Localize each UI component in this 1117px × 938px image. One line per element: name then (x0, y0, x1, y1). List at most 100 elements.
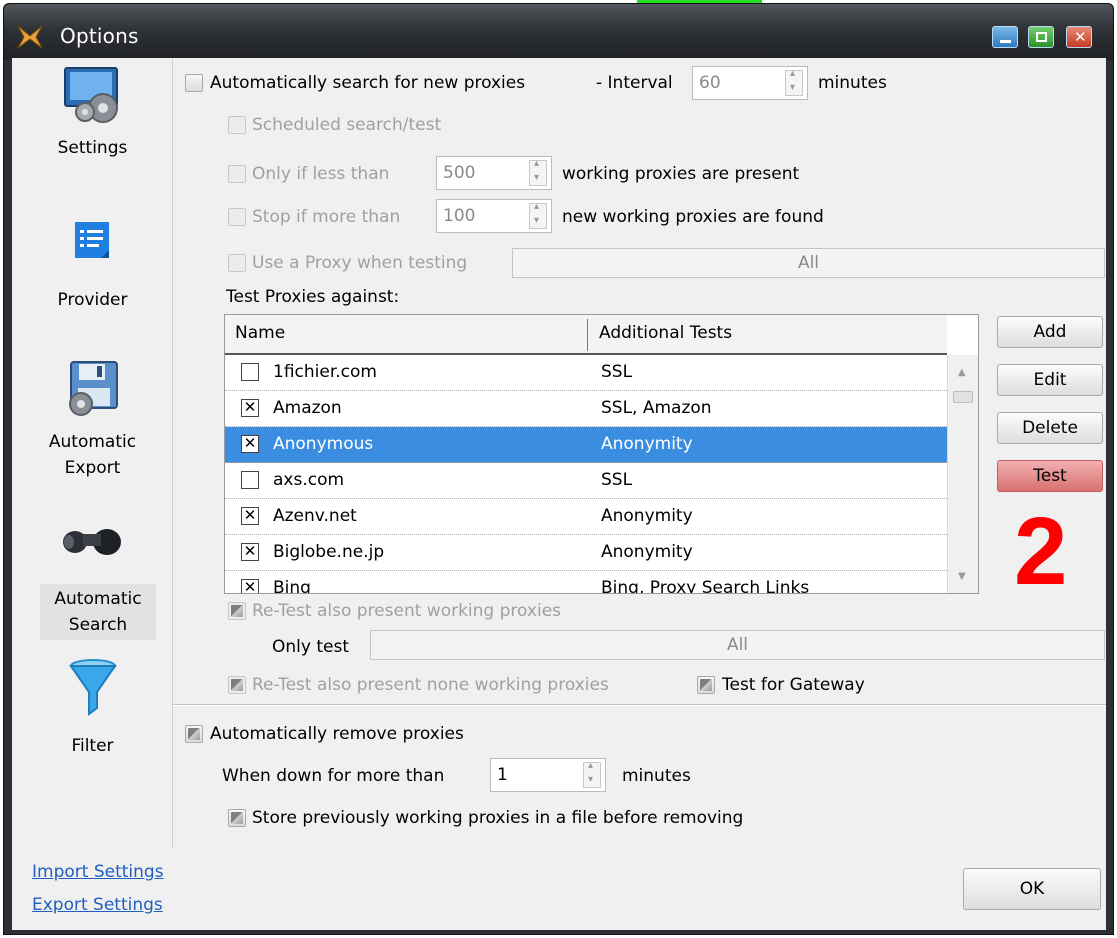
sidebar-item-label: Filter (71, 736, 114, 756)
window-title: Options (60, 24, 139, 48)
column-header-name[interactable]: Name (235, 323, 285, 343)
settings-icon (63, 67, 118, 123)
interval-unit: minutes (818, 73, 887, 93)
down-spinner[interactable]: 1 (490, 758, 606, 792)
row-checkbox[interactable]: ✕ (241, 399, 259, 417)
sidebar-item-label: Search (68, 615, 128, 635)
stop-if-checkbox[interactable] (228, 208, 246, 226)
use-proxy-label: Use a Proxy when testing (252, 253, 468, 273)
edit-button[interactable]: Edit (997, 364, 1103, 396)
add-button[interactable]: Add (997, 316, 1103, 348)
list-icon (74, 222, 109, 258)
sidebar-item-automatic-export[interactable]: Automatic Export (12, 358, 173, 498)
table-row[interactable]: ✕ Amazon SSL, Amazon (225, 391, 947, 427)
interval-spinner[interactable]: 60 (692, 66, 808, 100)
row-checkbox[interactable]: ✕ (241, 507, 259, 525)
row-tests: Anonymity (601, 506, 693, 526)
table-row[interactable]: ✕ Bing Bing, Proxy Search Links (225, 571, 947, 594)
only-if-checkbox[interactable] (228, 165, 246, 183)
table-scrollbar[interactable]: ▲ ▼ (947, 355, 978, 593)
retest-working-checkbox[interactable] (228, 602, 246, 620)
only-if-value: 500 (443, 163, 476, 183)
row-name: 1fichier.com (273, 362, 377, 382)
close-icon: ✕ (1074, 28, 1087, 46)
column-header-additional-tests[interactable]: Additional Tests (599, 323, 732, 343)
down-unit: minutes (622, 766, 691, 786)
only-if-suffix: working proxies are present (562, 164, 800, 184)
store-file-label: Store previously working proxies in a fi… (252, 808, 744, 828)
auto-remove-label: Automatically remove proxies (210, 724, 464, 744)
spinner-arrows-icon[interactable] (529, 158, 547, 186)
ok-button[interactable]: OK (963, 868, 1101, 910)
export-settings-link[interactable]: Export Settings (32, 895, 163, 915)
sidebar-item-label: Automatic (48, 432, 137, 452)
only-test-combo[interactable]: All (370, 630, 1105, 660)
retest-none-working-checkbox[interactable] (228, 676, 246, 694)
row-checkbox[interactable] (241, 471, 259, 489)
binoculars-wrap (12, 524, 173, 574)
table-row-selected[interactable]: ✕ Anonymous Anonymity (225, 427, 947, 463)
maximize-button[interactable] (1028, 26, 1054, 48)
test-proxies-heading: Test Proxies against: (226, 287, 400, 307)
test-gateway-checkbox[interactable] (697, 676, 715, 694)
row-checkbox[interactable]: ✕ (241, 435, 259, 453)
row-tests: Bing, Proxy Search Links (601, 578, 810, 594)
minimize-button[interactable] (992, 26, 1018, 48)
auto-search-label: Automatically search for new proxies (210, 73, 526, 93)
row-name: Bing (273, 578, 311, 594)
use-proxy-combo[interactable]: All (512, 248, 1105, 278)
stop-if-value: 100 (443, 206, 476, 226)
spinner-arrows-icon[interactable] (529, 201, 547, 229)
scroll-up-icon[interactable]: ▲ (958, 367, 966, 378)
sidebar-item-automatic-search[interactable]: Automatic Search (40, 584, 156, 640)
save-disk-icon (68, 361, 118, 416)
app-icon (17, 25, 43, 49)
row-checkbox[interactable] (241, 363, 259, 381)
sidebar-item-label: Provider (57, 290, 128, 310)
row-name: Biglobe.ne.jp (273, 542, 385, 562)
store-file-checkbox[interactable] (228, 809, 246, 827)
test-gateway-label: Test for Gateway (722, 675, 865, 695)
filter-funnel-icon (68, 659, 117, 716)
table-row[interactable]: ✕ Azenv.net Anonymity (225, 499, 947, 535)
scroll-down-icon[interactable]: ▼ (958, 571, 966, 582)
binoculars-icon (62, 529, 121, 555)
spinner-arrows-icon[interactable] (583, 760, 601, 788)
table-row[interactable]: ✕ Biglobe.ne.jp Anonymity (225, 535, 947, 571)
row-checkbox[interactable]: ✕ (241, 543, 259, 561)
row-name: axs.com (273, 470, 345, 490)
down-value: 1 (497, 765, 508, 785)
row-tests: SSL, Amazon (601, 398, 712, 418)
test-button[interactable]: Test (997, 460, 1103, 492)
row-name: Amazon (273, 398, 342, 418)
row-checkbox[interactable]: ✕ (241, 579, 259, 593)
spinner-arrows-icon[interactable] (785, 68, 803, 96)
table-row[interactable]: axs.com SSL (225, 463, 947, 499)
retest-working-label: Re-Test also present working proxies (252, 601, 562, 621)
minimize-icon (1000, 40, 1011, 43)
stop-if-label: Stop if more than (252, 207, 401, 227)
scroll-thumb[interactable] (953, 391, 973, 403)
only-if-spinner[interactable]: 500 (436, 156, 552, 190)
close-button[interactable]: ✕ (1066, 26, 1092, 48)
stop-if-spinner[interactable]: 100 (436, 199, 552, 233)
row-tests: SSL (601, 470, 633, 490)
scheduled-label: Scheduled search/test (252, 115, 442, 135)
row-name: Azenv.net (273, 506, 357, 526)
use-proxy-checkbox[interactable] (228, 254, 246, 272)
table-row[interactable]: 1fichier.com SSL (225, 355, 947, 391)
scheduled-checkbox[interactable] (228, 116, 246, 134)
auto-search-checkbox[interactable] (185, 74, 203, 92)
import-settings-link[interactable]: Import Settings (32, 862, 164, 882)
row-tests: SSL (601, 362, 633, 382)
sidebar-item-provider[interactable]: Provider (12, 218, 173, 318)
title-bar[interactable]: Options ✕ (4, 4, 1113, 60)
sidebar-item-settings[interactable]: Settings (12, 64, 173, 184)
sidebar-item-filter[interactable]: Filter (12, 658, 173, 768)
auto-remove-checkbox[interactable] (185, 725, 203, 743)
delete-button[interactable]: Delete (997, 412, 1103, 444)
sidebar-item-label: Export (64, 458, 121, 478)
row-name: Anonymous (273, 434, 374, 454)
sidebar: Settings Provider Automatic Export Autom… (12, 58, 173, 848)
column-divider[interactable] (587, 319, 588, 351)
